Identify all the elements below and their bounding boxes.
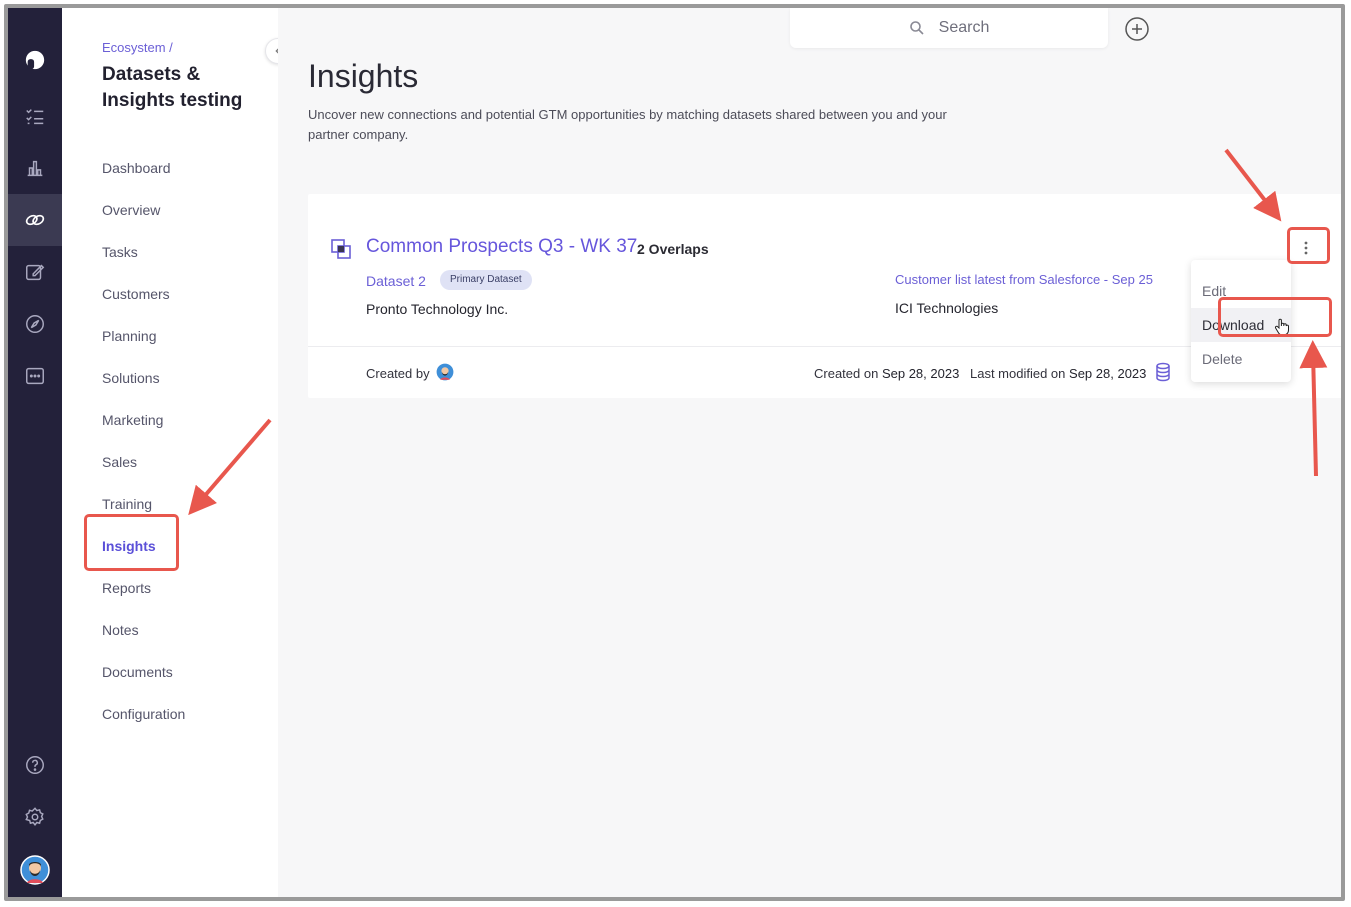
created-by-label: Created by bbox=[366, 366, 430, 381]
secondary-sidebar: Ecosystem / Datasets & Insights testing … bbox=[62, 8, 291, 897]
creator-avatar[interactable] bbox=[436, 363, 454, 381]
primary-dataset-badge: Primary Dataset bbox=[440, 270, 532, 290]
menu-item-delete[interactable]: Delete bbox=[1191, 342, 1291, 376]
insight-title-link[interactable]: Common Prospects Q3 - WK 37 bbox=[366, 236, 637, 258]
search-bar[interactable]: Search bbox=[790, 8, 1108, 48]
main-content: Search Insights Uncover new connections … bbox=[278, 8, 1341, 897]
sidebar-item-reports[interactable]: Reports bbox=[102, 576, 185, 618]
help-icon[interactable] bbox=[8, 739, 62, 791]
app-window: Ecosystem / Datasets & Insights testing … bbox=[4, 4, 1345, 901]
icon-rail bbox=[8, 8, 62, 897]
edit-note-icon[interactable] bbox=[8, 246, 62, 298]
logo-icon[interactable] bbox=[8, 34, 62, 86]
sidebar-item-documents[interactable]: Documents bbox=[102, 660, 185, 702]
checklist-icon[interactable] bbox=[8, 90, 62, 142]
database-icon[interactable] bbox=[1154, 362, 1172, 382]
user-avatar[interactable] bbox=[8, 844, 62, 896]
insight-card: Common Prospects Q3 - WK 37 2 Overlaps D… bbox=[308, 194, 1341, 398]
created-on: Created on Sep 28, 2023 bbox=[814, 366, 959, 381]
sidebar-item-configuration[interactable]: Configuration bbox=[102, 702, 185, 744]
dataset-left-link[interactable]: Dataset 2 bbox=[366, 273, 426, 289]
sidebar-item-tasks[interactable]: Tasks bbox=[102, 240, 185, 282]
sidebar-item-overview[interactable]: Overview bbox=[102, 198, 185, 240]
compass-icon[interactable] bbox=[8, 298, 62, 350]
sidebar-item-sales[interactable]: Sales bbox=[102, 450, 185, 492]
last-modified-date: Sep 28, 2023 bbox=[1069, 366, 1147, 381]
bar-chart-icon[interactable] bbox=[8, 142, 62, 194]
overlap-count: 2 Overlaps bbox=[637, 241, 709, 257]
sidebar-item-marketing[interactable]: Marketing bbox=[102, 408, 185, 450]
add-button[interactable] bbox=[1124, 16, 1150, 42]
last-modified-label: Last modified on bbox=[970, 366, 1066, 381]
sidebar-nav: Dashboard Overview Tasks Customers Plann… bbox=[102, 156, 185, 744]
dataset-right-company: ICI Technologies bbox=[895, 300, 999, 316]
created-on-label: Created on bbox=[814, 366, 879, 381]
sidebar-item-customers[interactable]: Customers bbox=[102, 282, 185, 324]
annotation-box-kebab bbox=[1287, 227, 1330, 264]
workspace-title: Datasets & Insights testing bbox=[102, 64, 243, 111]
plus-circle-icon bbox=[1125, 17, 1149, 41]
overlap-icon bbox=[331, 239, 351, 259]
chat-icon[interactable] bbox=[8, 350, 62, 402]
dataset-right-link[interactable]: Customer list latest from Salesforce - S… bbox=[895, 272, 1153, 287]
search-input[interactable]: Search bbox=[939, 19, 990, 37]
sidebar-item-solutions[interactable]: Solutions bbox=[102, 366, 185, 408]
annotation-box-insights bbox=[84, 514, 179, 571]
page-title: Insights bbox=[308, 58, 419, 94]
sidebar-item-dashboard[interactable]: Dashboard bbox=[102, 156, 185, 198]
annotation-box-download bbox=[1218, 297, 1332, 337]
sidebar-item-notes[interactable]: Notes bbox=[102, 618, 185, 660]
breadcrumb[interactable]: Ecosystem / bbox=[102, 40, 173, 55]
last-modified: Last modified on Sep 28, 2023 bbox=[970, 366, 1146, 381]
dataset-left-company: Pronto Technology Inc. bbox=[366, 301, 509, 317]
page-description: Uncover new connections and potential GT… bbox=[308, 107, 947, 142]
sidebar-item-planning[interactable]: Planning bbox=[102, 324, 185, 366]
partnership-icon[interactable] bbox=[8, 194, 62, 246]
created-on-date: Sep 28, 2023 bbox=[881, 366, 960, 381]
search-icon bbox=[909, 21, 924, 35]
card-divider bbox=[308, 346, 1341, 347]
settings-icon[interactable] bbox=[8, 791, 62, 843]
